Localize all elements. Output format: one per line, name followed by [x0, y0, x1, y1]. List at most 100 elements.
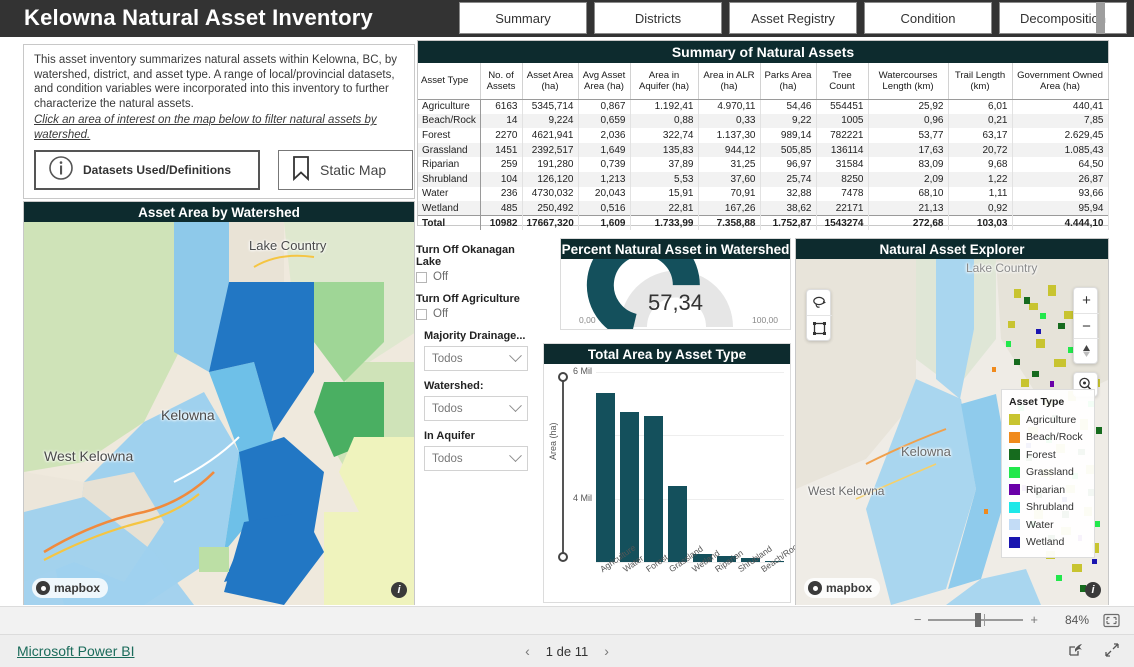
slicer-dropdown-watershed[interactable]: Todos: [424, 396, 528, 421]
legend-swatch: [1009, 414, 1020, 426]
tab-asset-registry[interactable]: Asset Registry: [729, 2, 857, 34]
column-header[interactable]: Area in Aquifer (ha): [630, 63, 699, 100]
table-row[interactable]: Riparian 259 191,280 0,739 37,89 31,25 96,97 31…: [418, 157, 1109, 172]
table-row[interactable]: Wetland 485 250,492 0,516 22,81 167,26 38,62 22…: [418, 201, 1109, 216]
slicer-dropdown-majority-drainage[interactable]: Todos: [424, 346, 528, 371]
zoom-slider-thumb[interactable]: [975, 612, 982, 627]
table-cell: 1,213: [578, 171, 631, 187]
agriculture-checkbox[interactable]: Off: [416, 308, 542, 320]
table-cell: 1451: [480, 142, 523, 158]
explorer-legend: Asset Type Agriculture Beach/Rock Forest Gr…: [1001, 389, 1095, 558]
legend-item[interactable]: Grassland: [1009, 464, 1087, 482]
zoom-in-button[interactable]: +: [1030, 612, 1038, 627]
watershed-map-canvas[interactable]: Lake Country Kelowna West Kelowna mapbox…: [24, 222, 414, 605]
slicer-dropdown-in-aquifer[interactable]: Todos: [424, 446, 528, 471]
table-cell: 135,83: [630, 142, 699, 158]
total-cell: 17667,320: [522, 215, 579, 231]
fit-to-page-icon[interactable]: [1103, 613, 1120, 633]
bar[interactable]: [620, 412, 640, 562]
column-header[interactable]: No. of Assets: [480, 63, 523, 100]
table-cell: 782221: [816, 128, 869, 143]
zoom-out-icon[interactable]: −: [1074, 313, 1099, 338]
table-cell: 485: [480, 201, 523, 216]
legend-item[interactable]: Beach/Rock: [1009, 429, 1087, 447]
power-bi-report: Kelowna Natural Asset Inventory Summary …: [0, 0, 1134, 667]
mapbox-label: mapbox: [826, 581, 873, 595]
table-cell: 20,72: [948, 142, 1013, 158]
table-cell: 22,81: [630, 201, 699, 216]
column-header[interactable]: Area in ALR (ha): [698, 63, 761, 100]
table-cell: 505,85: [760, 142, 817, 158]
range-slider-knob-top[interactable]: [558, 372, 568, 382]
table-cell: 53,77: [868, 128, 949, 143]
table-cell: 9,68: [948, 157, 1013, 172]
zoom-in-icon[interactable]: +: [1074, 288, 1099, 313]
bookmark-icon: [291, 155, 311, 186]
legend-item[interactable]: Water: [1009, 516, 1087, 534]
datasets-definitions-button[interactable]: Datasets Used/Definitions: [34, 150, 260, 190]
column-header[interactable]: Government Owned Area (ha): [1012, 63, 1109, 100]
range-slider-knob-bottom[interactable]: [558, 552, 568, 562]
legend-item[interactable]: Shrubland: [1009, 499, 1087, 517]
zoom-control: − +: [914, 612, 1038, 627]
map-info-icon[interactable]: i: [1085, 582, 1101, 598]
checkbox-icon: [416, 308, 427, 320]
column-header[interactable]: Trail Length (km): [948, 63, 1013, 100]
bar[interactable]: [596, 392, 615, 562]
legend-label: Shrubland: [1026, 501, 1074, 514]
table-cell: 2270: [480, 128, 523, 143]
y-axis-range-slider[interactable]: [558, 372, 568, 562]
table-cell: 0,92: [948, 201, 1013, 216]
legend-item[interactable]: Riparian: [1009, 481, 1087, 499]
box-select-icon[interactable]: [807, 315, 832, 340]
slicer-value: Todos: [432, 402, 463, 415]
explorer-map-canvas[interactable]: Lake Country Kelowna West Kelowna + − As…: [796, 259, 1108, 605]
table-cell: 2392,517: [522, 142, 579, 158]
table-row[interactable]: Grassland 1451 2392,517 1,649 135,83 944,12 50…: [418, 142, 1109, 158]
chevron-right-icon[interactable]: ›: [604, 643, 609, 659]
description-panel: This asset inventory summarizes natural …: [23, 44, 415, 199]
column-header[interactable]: Asset Type: [418, 63, 481, 100]
bar[interactable]: [668, 486, 688, 562]
table-row[interactable]: Agriculture 6163 5345,714 0,867 1.192,41 4.97…: [418, 99, 1109, 114]
column-header[interactable]: Watercourses Length (km): [868, 63, 949, 100]
lasso-select-icon[interactable]: [807, 290, 832, 315]
map-info-icon[interactable]: i: [391, 582, 407, 598]
tab-decomposition[interactable]: Decomposition: [999, 2, 1127, 34]
tab-scroll-handle[interactable]: [1096, 2, 1105, 34]
static-map-label: Static Map: [320, 162, 387, 178]
mapbox-label: mapbox: [54, 581, 101, 595]
legend-item[interactable]: Agriculture: [1009, 411, 1087, 429]
legend-item[interactable]: Forest: [1009, 446, 1087, 464]
zoom-slider[interactable]: [928, 612, 1024, 627]
column-header[interactable]: Asset Area (ha): [522, 63, 579, 100]
table-row[interactable]: Beach/Rock 14 9,224 0,659 0,88 0,33 9,22 1005 0,…: [418, 113, 1109, 129]
tab-districts[interactable]: Districts: [594, 2, 722, 34]
static-map-button[interactable]: Static Map: [278, 150, 413, 190]
table-cell: 21,13: [868, 201, 949, 216]
legend-item[interactable]: Wetland: [1009, 534, 1087, 552]
legend-swatch: [1009, 466, 1020, 478]
bar[interactable]: [644, 415, 664, 562]
table-row[interactable]: Forest 2270 4621,941 2,036 322,74 1.137,30 989…: [418, 128, 1109, 143]
table-cell: 1.085,43: [1012, 142, 1109, 158]
column-header[interactable]: Parks Area (ha): [760, 63, 817, 100]
chevron-down-icon: [509, 399, 522, 413]
compass-icon[interactable]: [1074, 338, 1099, 363]
column-header[interactable]: Avg Asset Area (ha): [578, 63, 631, 100]
okanagan-lake-checkbox[interactable]: Off: [416, 271, 542, 283]
fullscreen-icon[interactable]: [1104, 642, 1120, 663]
chevron-left-icon[interactable]: ‹: [525, 643, 530, 659]
column-header[interactable]: Tree Count: [816, 63, 869, 100]
table-cell: 0,21: [948, 113, 1013, 129]
share-icon[interactable]: [1068, 642, 1084, 663]
table-row[interactable]: Water 236 4730,032 20,043 15,91 70,91 32,88 747…: [418, 186, 1109, 202]
table-row[interactable]: Shrubland 104 126,120 1,213 5,53 37,60 25,74 82…: [418, 171, 1109, 187]
description-filter-hint[interactable]: Click an area of interest on the map bel…: [34, 113, 404, 142]
summary-table-title: Summary of Natural Assets: [418, 41, 1108, 63]
zoom-out-button[interactable]: −: [914, 612, 922, 627]
table-cell: 2,09: [868, 171, 949, 187]
tab-summary[interactable]: Summary: [459, 2, 587, 34]
table-cell: 15,91: [630, 186, 699, 202]
tab-condition[interactable]: Condition: [864, 2, 992, 34]
